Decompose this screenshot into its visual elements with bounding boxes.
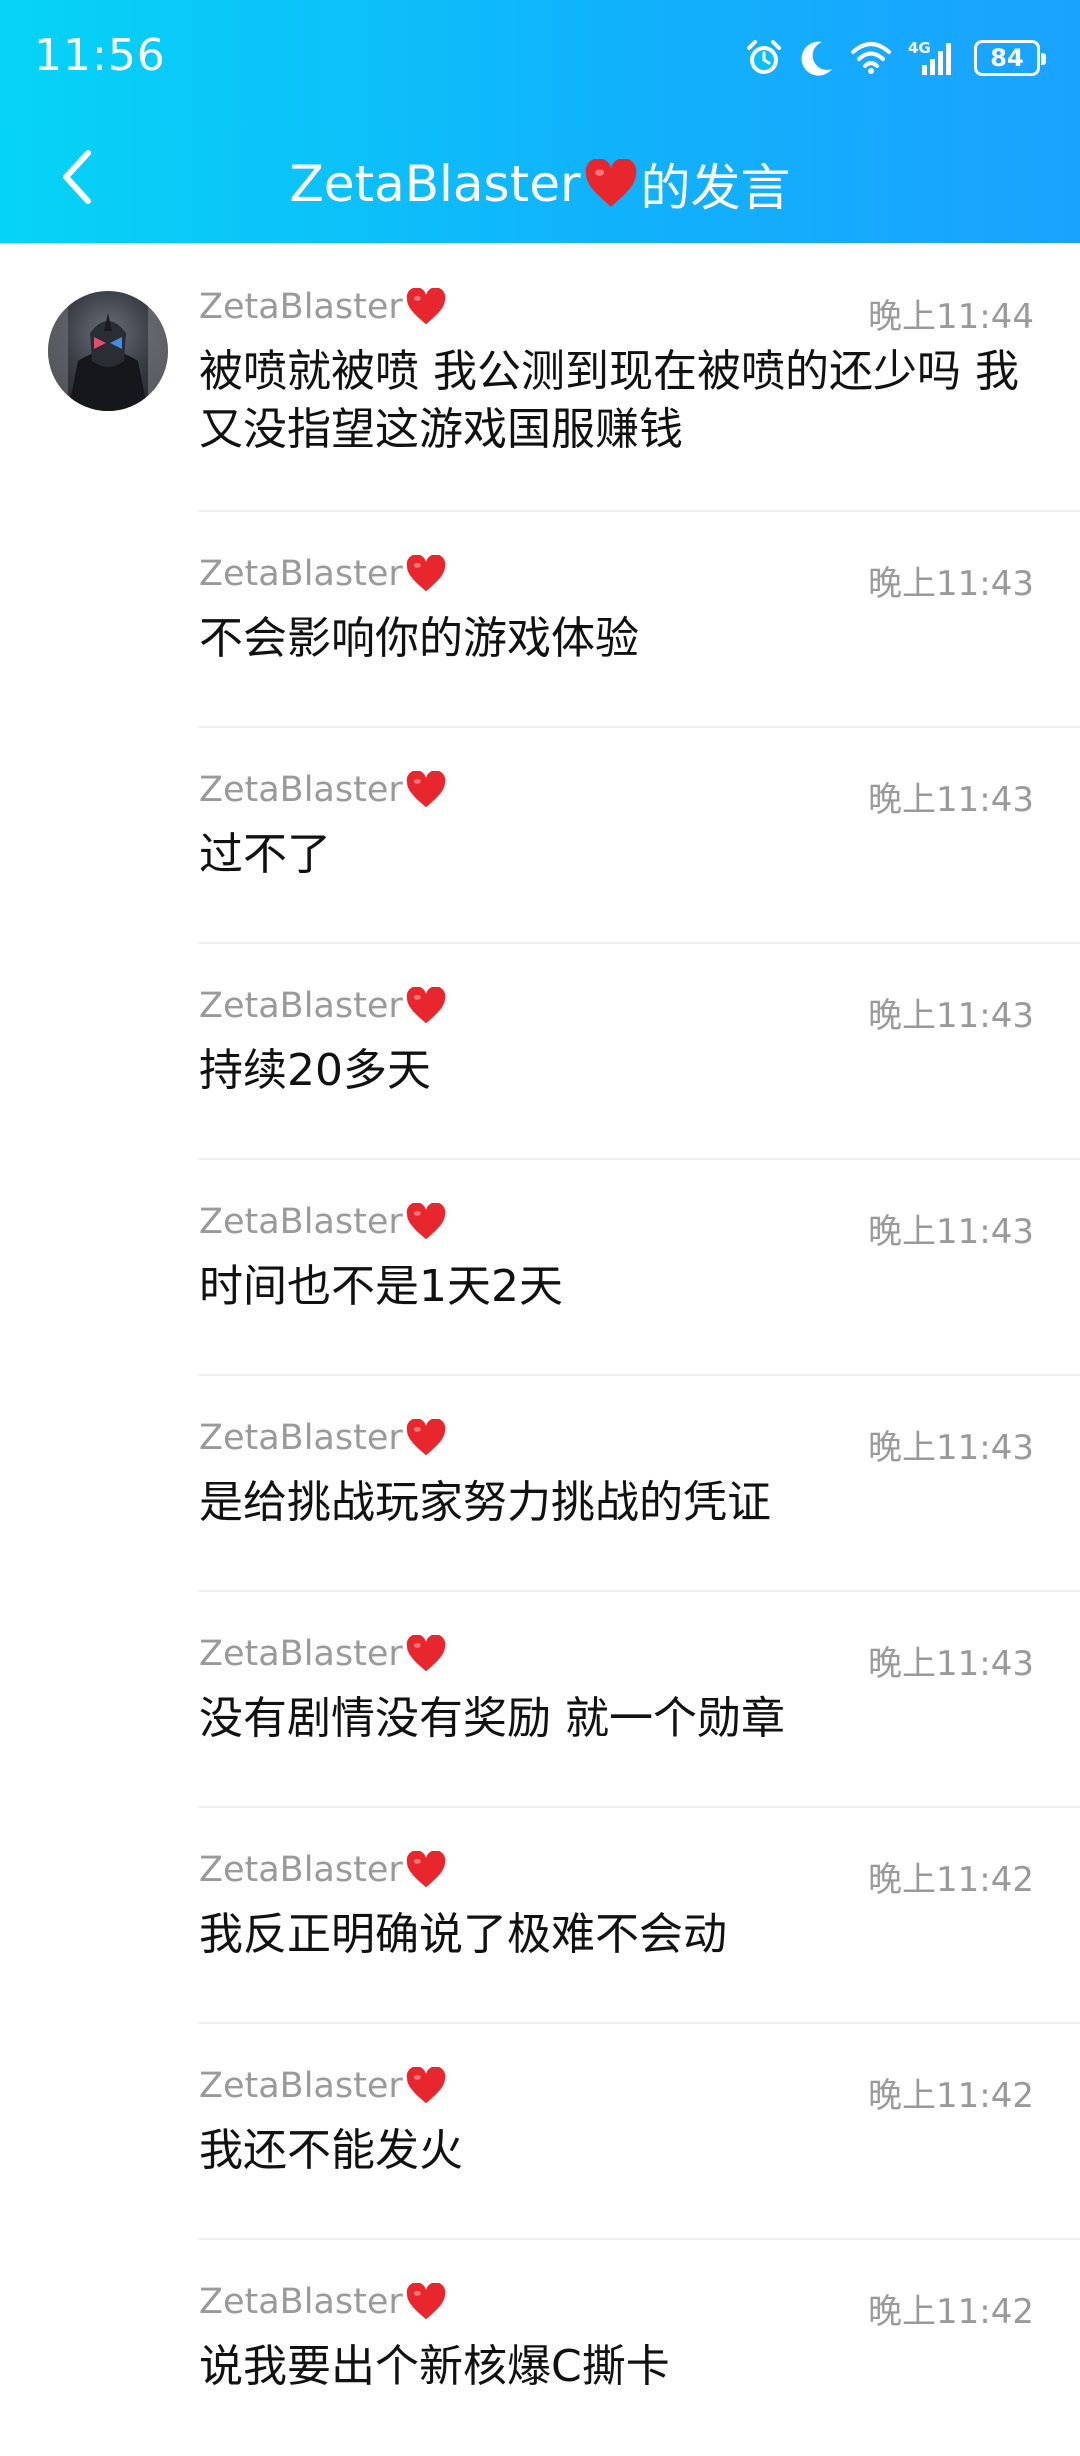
message-time: 晚上11:42 xyxy=(868,1860,1034,1900)
message-item[interactable]: ZetaBlaster 晚上11:44 被喷就被喷 我公测到现在被喷的还少吗 我… xyxy=(0,243,1080,512)
message-sender: ZetaBlaster xyxy=(199,2066,447,2106)
message-text: 被喷就被喷 我公测到现在被喷的还少吗 我又没指望这游戏国服赚钱 xyxy=(199,346,1019,455)
message-item[interactable]: ZetaBlaster 晚上11:43 不会影响你的游戏体验 xyxy=(0,512,1080,728)
heart-icon xyxy=(406,288,445,325)
page-title-name: ZetaBlaster xyxy=(289,155,581,213)
message-item[interactable]: ZetaBlaster 晚上11:42 我反正明确说了极难不会动 xyxy=(0,1808,1080,2024)
message-time: 晚上11:43 xyxy=(868,996,1034,1036)
message-item[interactable]: ZetaBlaster 晚上11:43 没有剧情没有奖励 就一个勋章 xyxy=(0,1592,1080,1808)
message-time: 晚上11:42 xyxy=(868,2292,1034,2332)
status-bar: 11:56 4G 84 xyxy=(0,0,1080,110)
message-sender: ZetaBlaster xyxy=(199,1634,447,1674)
network-type-label: 4G xyxy=(908,39,931,57)
message-time: 晚上11:43 xyxy=(868,1644,1034,1684)
message-sender: ZetaBlaster xyxy=(199,554,447,594)
heart-icon xyxy=(406,1419,445,1456)
message-time: 晚上11:43 xyxy=(868,1212,1034,1252)
message-sender: ZetaBlaster xyxy=(199,2282,447,2322)
message-sender: ZetaBlaster xyxy=(199,1202,447,1242)
signal-4g-icon: 4G xyxy=(908,39,951,75)
message-text: 说我要出个新核爆C撕卡 xyxy=(199,2341,670,2392)
message-text: 我反正明确说了极难不会动 xyxy=(199,1909,727,1960)
message-text: 过不了 xyxy=(199,829,331,880)
message-sender: ZetaBlaster xyxy=(199,770,447,810)
heart-icon xyxy=(406,2067,445,2104)
message-sender: ZetaBlaster xyxy=(199,287,447,327)
status-icons: 4G 84 xyxy=(744,34,1046,82)
message-text: 是给挑战玩家努力挑战的凭证 xyxy=(199,1477,771,1528)
heart-icon xyxy=(406,1203,445,1240)
message-sender: ZetaBlaster xyxy=(199,1418,447,1458)
message-time: 晚上11:43 xyxy=(868,564,1034,604)
wifi-icon xyxy=(851,42,891,74)
do-not-disturb-moon-icon xyxy=(801,41,832,76)
message-text: 没有剧情没有奖励 就一个勋章 xyxy=(199,1693,785,1744)
heart-icon xyxy=(406,1635,445,1672)
message-text: 持续20多天 xyxy=(199,1045,431,1096)
message-item[interactable]: ZetaBlaster 晚上11:43 时间也不是1天2天 xyxy=(0,1160,1080,1376)
page-title-suffix: 的发言 xyxy=(640,159,791,217)
message-item[interactable]: ZetaBlaster 晚上11:42 我还不能发火 xyxy=(0,2024,1080,2240)
nav-bar: ZetaBlaster 的发言 xyxy=(0,120,1080,240)
page-title: ZetaBlaster 的发言 xyxy=(0,148,1080,220)
message-text: 我还不能发火 xyxy=(199,2125,463,2176)
heart-icon xyxy=(406,2283,445,2320)
heart-icon xyxy=(585,159,636,207)
heart-icon xyxy=(406,987,445,1024)
message-sender: ZetaBlaster xyxy=(199,1850,447,1890)
battery-level: 84 xyxy=(990,44,1024,72)
message-item[interactable]: ZetaBlaster 晚上11:42 说我要出个新核爆C撕卡 xyxy=(0,2240,1080,2456)
message-text: 时间也不是1天2天 xyxy=(199,1261,563,1312)
app-header: 11:56 4G 84 ZetaBlaster 的发言 xyxy=(0,0,1080,243)
message-sender: ZetaBlaster xyxy=(199,986,447,1026)
message-item[interactable]: ZetaBlaster 晚上11:43 是给挑战玩家努力挑战的凭证 xyxy=(0,1376,1080,1592)
message-time: 晚上11:44 xyxy=(868,297,1034,337)
message-time: 晚上11:42 xyxy=(868,2076,1034,2116)
avatar[interactable] xyxy=(48,291,168,411)
message-time: 晚上11:43 xyxy=(868,780,1034,820)
heart-icon xyxy=(406,1851,445,1888)
battery-indicator: 84 xyxy=(974,40,1046,76)
message-time: 晚上11:43 xyxy=(868,1428,1034,1468)
message-list: ZetaBlaster 晚上11:44 被喷就被喷 我公测到现在被喷的还少吗 我… xyxy=(0,243,1080,2456)
heart-icon xyxy=(406,555,445,592)
alarm-icon xyxy=(747,40,781,74)
message-item[interactable]: ZetaBlaster 晚上11:43 过不了 xyxy=(0,728,1080,944)
message-text: 不会影响你的游戏体验 xyxy=(199,613,639,664)
heart-icon xyxy=(406,771,445,808)
message-item[interactable]: ZetaBlaster 晚上11:43 持续20多天 xyxy=(0,944,1080,1160)
status-time: 11:56 xyxy=(34,30,166,81)
